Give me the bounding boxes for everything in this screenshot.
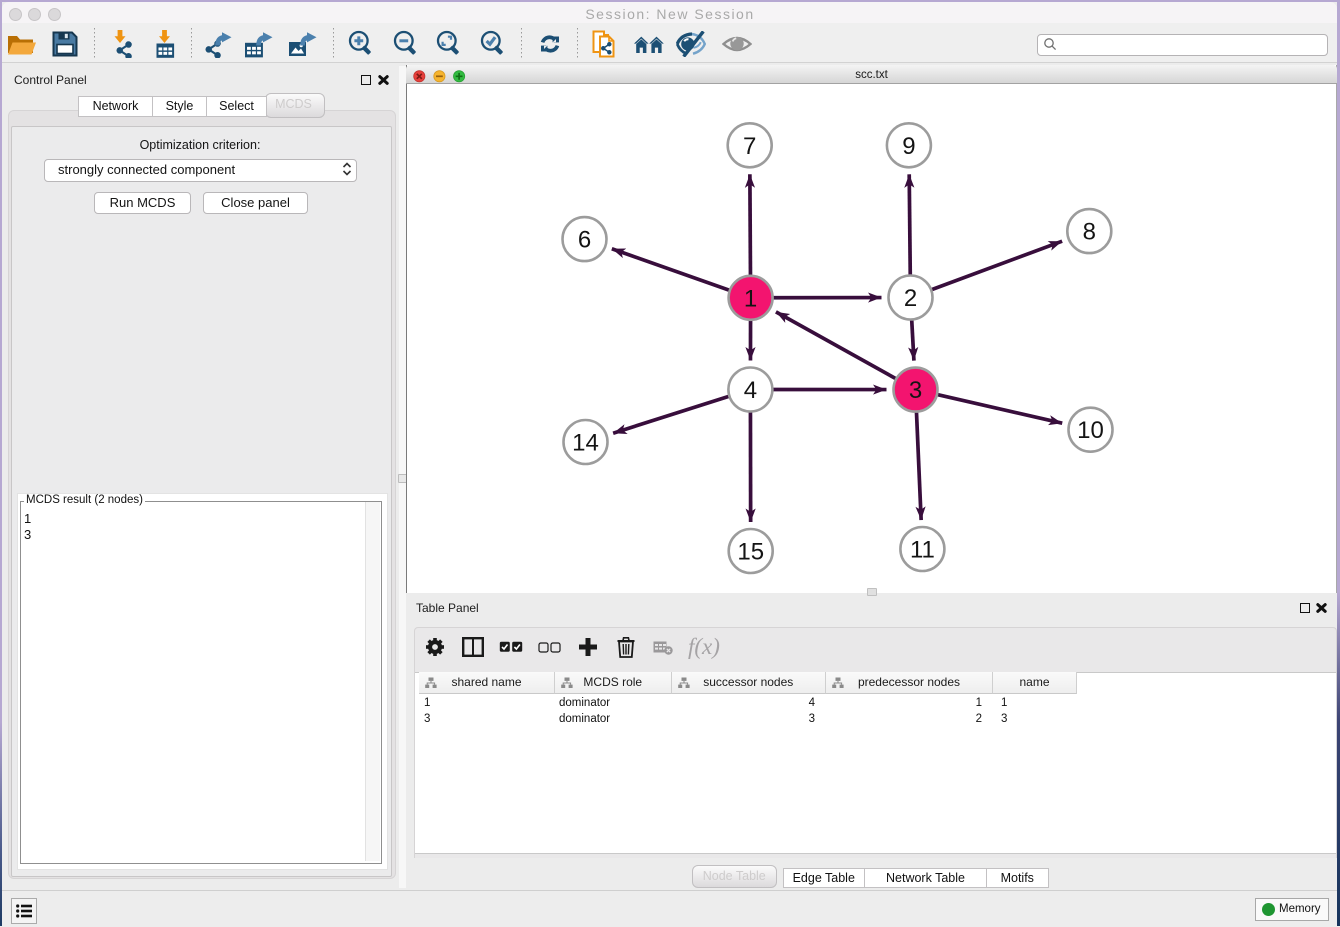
svg-text:2: 2: [904, 285, 917, 312]
svg-text:4: 4: [744, 377, 757, 404]
svg-text:10: 10: [1077, 417, 1104, 444]
svg-text:15: 15: [737, 539, 764, 566]
svg-text:7: 7: [743, 133, 756, 160]
svg-text:6: 6: [578, 227, 591, 254]
svg-text:9: 9: [902, 133, 915, 160]
svg-text:14: 14: [572, 430, 599, 457]
svg-text:11: 11: [910, 537, 935, 564]
svg-text:3: 3: [909, 377, 922, 404]
svg-text:1: 1: [744, 285, 757, 312]
svg-text:8: 8: [1083, 219, 1096, 246]
